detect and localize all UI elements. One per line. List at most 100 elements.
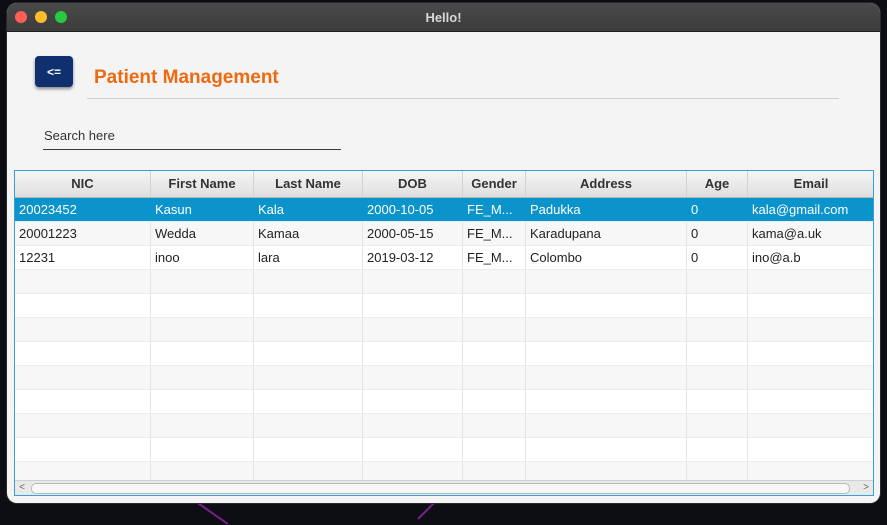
table-cell (463, 390, 526, 413)
column-header[interactable]: Gender (463, 171, 526, 197)
table-cell: 2000-10-05 (363, 198, 463, 221)
table-cell (254, 390, 363, 413)
table-cell (687, 366, 748, 389)
table-cell (748, 342, 873, 365)
table-row[interactable]: 12231 inoo lara 2019-03-12 FE_M... Colombo 0 in… (15, 246, 873, 270)
table-cell (15, 342, 151, 365)
table-cell (254, 438, 363, 461)
column-header[interactable]: DOB (363, 171, 463, 197)
table-cell: FE_M... (463, 198, 526, 221)
table-cell (363, 342, 463, 365)
column-header[interactable]: Last Name (254, 171, 363, 197)
table-row[interactable]: 20001223 Wedda Kamaa 2000-05-15 FE_M... Karad… (15, 222, 873, 246)
search-input[interactable] (43, 121, 341, 149)
table-cell: Karadupana (526, 222, 687, 245)
table-cell: 0 (687, 246, 748, 269)
horizontal-scrollbar[interactable]: < > (15, 480, 873, 495)
table-row[interactable]: 20023452 Kasun Kala 2000-10-05 FE_M... Padukk… (15, 198, 873, 222)
table-cell (254, 294, 363, 317)
patient-table[interactable]: NIC First Name Last Name DOB Gender Address Ag… (14, 170, 874, 496)
table-cell (526, 438, 687, 461)
scroll-right-icon[interactable]: > (859, 481, 873, 495)
table-cell (687, 318, 748, 341)
column-header[interactable]: NIC (15, 171, 151, 197)
table-cell (15, 366, 151, 389)
table-cell (254, 270, 363, 293)
scroll-left-icon[interactable]: < (15, 481, 29, 495)
table-cell (463, 438, 526, 461)
table-cell: 2000-05-15 (363, 222, 463, 245)
table-cell (151, 342, 254, 365)
table-cell (687, 342, 748, 365)
table-cell: ino@a.b (748, 246, 873, 269)
table-cell: 0 (687, 222, 748, 245)
table-cell: Kasun (151, 198, 254, 221)
table-cell (363, 294, 463, 317)
empty-table-row[interactable] (15, 414, 873, 438)
table-cell: 20001223 (15, 222, 151, 245)
table-cell (526, 270, 687, 293)
empty-table-row[interactable] (15, 366, 873, 390)
table-cell (687, 414, 748, 437)
table-cell (463, 270, 526, 293)
window-title: Hello! (425, 10, 462, 25)
table-cell (363, 366, 463, 389)
table-cell (363, 318, 463, 341)
empty-table-row[interactable] (15, 438, 873, 462)
table-cell (463, 318, 526, 341)
empty-table-row[interactable] (15, 294, 873, 318)
empty-table-row[interactable] (15, 390, 873, 414)
table-cell: kala@gmail.com (748, 198, 873, 221)
column-header[interactable]: First Name (151, 171, 254, 197)
title-bar[interactable]: Hello! (7, 3, 880, 32)
empty-table-row[interactable] (15, 342, 873, 366)
table-cell (151, 318, 254, 341)
table-cell (526, 390, 687, 413)
column-header[interactable]: Address (526, 171, 687, 197)
empty-table-row[interactable] (15, 270, 873, 294)
table-cell (463, 294, 526, 317)
table-cell (748, 438, 873, 461)
table-cell (363, 438, 463, 461)
table-cell: inoo (151, 246, 254, 269)
table-cell (151, 438, 254, 461)
table-cell (748, 318, 873, 341)
table-cell (15, 390, 151, 413)
column-header[interactable]: Email (748, 171, 873, 197)
desktop-decoration-line (194, 500, 229, 525)
table-cell: Padukka (526, 198, 687, 221)
table-cell (363, 390, 463, 413)
table-cell (463, 342, 526, 365)
table-cell (15, 318, 151, 341)
table-cell (254, 414, 363, 437)
back-button[interactable]: <= (35, 56, 73, 87)
table-cell (687, 294, 748, 317)
table-cell (748, 294, 873, 317)
table-cell: Kala (254, 198, 363, 221)
table-cell (526, 294, 687, 317)
table-cell (363, 270, 463, 293)
table-cell: lara (254, 246, 363, 269)
scrollbar-thumb[interactable] (31, 483, 850, 494)
table-cell (526, 342, 687, 365)
table-cell (15, 414, 151, 437)
table-cell (254, 342, 363, 365)
table-cell: Wedda (151, 222, 254, 245)
table-cell (151, 366, 254, 389)
table-cell (463, 414, 526, 437)
table-cell (151, 270, 254, 293)
header-divider (87, 98, 839, 99)
table-cell (151, 294, 254, 317)
column-header[interactable]: Age (687, 171, 748, 197)
table-cell (526, 318, 687, 341)
table-cell: FE_M... (463, 246, 526, 269)
page-title: Patient Management (94, 67, 279, 88)
empty-table-row[interactable] (15, 318, 873, 342)
search-field[interactable] (43, 121, 341, 150)
table-cell (15, 438, 151, 461)
table-cell (254, 366, 363, 389)
table-cell (254, 318, 363, 341)
table-cell (151, 414, 254, 437)
table-cell: FE_M... (463, 222, 526, 245)
table-cell (526, 366, 687, 389)
